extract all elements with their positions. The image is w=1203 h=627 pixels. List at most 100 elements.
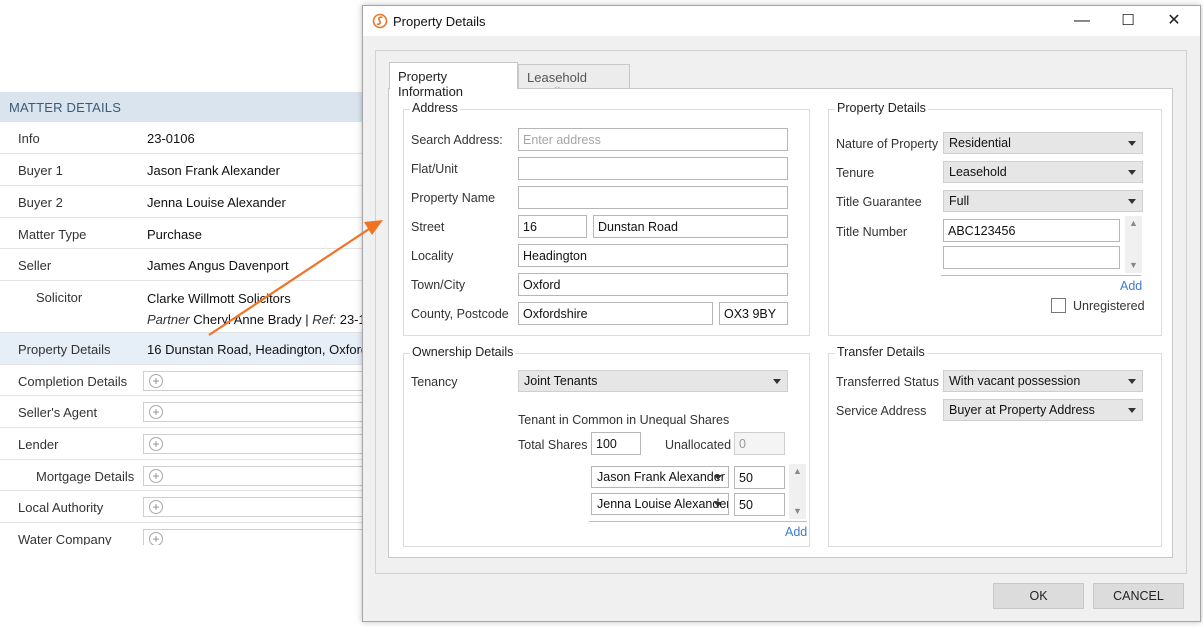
scroll-up-icon[interactable]: ▲: [1129, 218, 1138, 228]
flat-unit-input[interactable]: [518, 157, 788, 180]
row-label: Water Company: [18, 532, 112, 545]
property-details-dialog: Property Details — ☐ ✕ Property Informat…: [362, 5, 1201, 622]
matter-row-property-details[interactable]: Property Details 16 Dunstan Road, Headin…: [0, 333, 370, 365]
title-guarantee-dropdown[interactable]: Full: [943, 190, 1143, 212]
tenant-1-name: Jason Frank Alexander: [597, 470, 725, 484]
tenant-2-share-input[interactable]: 50: [734, 493, 785, 516]
flat-unit-label: Flat/Unit: [411, 162, 458, 176]
tab-property-information[interactable]: Property Information: [389, 62, 518, 99]
row-value: 23-0106: [147, 131, 195, 146]
add-field[interactable]: +: [143, 529, 370, 545]
add-field[interactable]: +: [143, 371, 383, 391]
tenants-divider: [589, 521, 807, 522]
matter-row-seller[interactable]: Seller James Angus Davenport: [0, 249, 370, 281]
total-shares-label: Total Shares: [518, 438, 588, 452]
matter-row-sellers-agent[interactable]: Seller's Agent +: [0, 396, 383, 428]
row-label: Seller: [18, 258, 52, 273]
matter-row-buyer-1[interactable]: Buyer 1 Jason Frank Alexander: [0, 154, 370, 186]
tenancy-dropdown[interactable]: Joint Tenants: [518, 370, 788, 392]
tab-leasehold-details[interactable]: Leasehold Details: [518, 64, 630, 100]
matter-row-mortgage-details[interactable]: Mortgage Details +: [0, 460, 383, 491]
row-label: Seller's Agent: [18, 405, 98, 420]
app-logo-icon: [372, 13, 388, 29]
row-label: Buyer 2: [18, 195, 63, 210]
matter-row-info[interactable]: Info 23-0106: [0, 122, 370, 154]
matter-row-local-authority[interactable]: Local Authority +: [0, 491, 383, 523]
row-value: Purchase: [147, 227, 202, 242]
transferred-status-value: With vacant possession: [949, 374, 1081, 388]
maximize-button[interactable]: ☐: [1105, 6, 1151, 36]
add-field[interactable]: +: [143, 402, 383, 422]
tenant-1-dropdown[interactable]: Jason Frank Alexander: [591, 466, 729, 488]
tenants-scrollbar[interactable]: ▲ ▼: [789, 464, 806, 519]
title-number-input-2[interactable]: [943, 246, 1120, 269]
county-input[interactable]: Oxfordshire: [518, 302, 713, 325]
property-details-group-title: Property Details: [835, 101, 928, 115]
chevron-down-icon: [773, 379, 781, 384]
add-field[interactable]: +: [143, 497, 383, 517]
matter-row-completion-details[interactable]: Completion Details +: [0, 365, 383, 396]
scroll-down-icon[interactable]: ▼: [1129, 260, 1138, 270]
tenant-2-name: Jenna Louise Alexander: [597, 497, 729, 511]
add-title-number-link[interactable]: Add: [1120, 279, 1142, 293]
search-address-input[interactable]: Enter address: [518, 128, 788, 151]
matter-row-buyer-2[interactable]: Buyer 2 Jenna Louise Alexander: [0, 186, 370, 218]
transferred-status-dropdown[interactable]: With vacant possession: [943, 370, 1143, 392]
title-number-input-1[interactable]: ABC123456: [943, 219, 1120, 242]
add-tenant-link[interactable]: Add: [785, 525, 807, 539]
chevron-down-icon: [1128, 199, 1136, 204]
add-circle-icon: +: [149, 532, 163, 545]
matter-row-matter-type[interactable]: Matter Type Purchase: [0, 218, 370, 249]
scroll-up-icon[interactable]: ▲: [793, 466, 802, 476]
postcode-input[interactable]: OX3 9BY: [719, 302, 788, 325]
matter-details-panel: MATTER DETAILS Info 23-0106 Buyer 1 Jaso…: [0, 0, 383, 627]
tenure-value: Leasehold: [949, 165, 1007, 179]
service-address-dropdown[interactable]: Buyer at Property Address: [943, 399, 1143, 421]
tenure-dropdown[interactable]: Leasehold: [943, 161, 1143, 183]
ok-button[interactable]: OK: [993, 583, 1084, 609]
add-circle-icon: +: [149, 374, 163, 388]
row-value: Jason Frank Alexander: [147, 163, 280, 178]
unregistered-label: Unregistered: [1073, 299, 1145, 313]
row-label: Property Details: [18, 342, 111, 357]
unregistered-checkbox[interactable]: [1051, 298, 1066, 313]
chevron-down-icon: [1128, 141, 1136, 146]
add-circle-icon: +: [149, 469, 163, 483]
row-label: Solicitor: [36, 290, 83, 305]
row-label: Completion Details: [18, 374, 128, 389]
tenant-2-dropdown[interactable]: Jenna Louise Alexander: [591, 493, 729, 515]
row-label: Matter Type: [18, 227, 87, 242]
title-guarantee-label: Title Guarantee: [836, 195, 922, 209]
service-address-label: Service Address: [836, 404, 927, 418]
town-city-input[interactable]: Oxford: [518, 273, 788, 296]
row-label: Buyer 1: [18, 163, 63, 178]
property-name-input[interactable]: [518, 186, 788, 209]
unequal-shares-label: Tenant in Common in Unequal Shares: [518, 413, 730, 427]
solicitor-person: Cheryl Anne Brady |: [193, 312, 313, 327]
tab-body-property-information: Address Search Address: Enter address Fl…: [388, 88, 1173, 558]
tenant-1-share-input[interactable]: 50: [734, 466, 785, 489]
matter-row-water-company[interactable]: Water Company +: [0, 523, 370, 545]
street-number-input[interactable]: 16: [518, 215, 587, 238]
scroll-down-icon[interactable]: ▼: [793, 506, 802, 516]
add-circle-icon: +: [149, 405, 163, 419]
total-shares-input[interactable]: 100: [591, 432, 641, 455]
property-name-label: Property Name: [411, 191, 496, 205]
title-number-scrollbar[interactable]: ▲ ▼: [1125, 216, 1142, 273]
matter-row-solicitor[interactable]: Solicitor Clarke Willmott Solicitors Par…: [0, 281, 370, 333]
add-circle-icon: +: [149, 437, 163, 451]
close-button[interactable]: ✕: [1151, 6, 1197, 36]
transfer-details-group: Transfer Details Transferred Status With…: [828, 345, 1162, 547]
locality-input[interactable]: Headington: [518, 244, 788, 267]
street-label: Street: [411, 220, 445, 234]
minimize-button[interactable]: —: [1059, 6, 1105, 36]
nature-of-property-dropdown[interactable]: Residential: [943, 132, 1143, 154]
street-name-input[interactable]: Dunstan Road: [593, 215, 788, 238]
add-field[interactable]: +: [143, 466, 383, 486]
cancel-button[interactable]: CANCEL: [1093, 583, 1184, 609]
chevron-down-icon: [1128, 408, 1136, 413]
matter-row-lender[interactable]: Lender +: [0, 428, 383, 460]
title-bar[interactable]: Property Details — ☐ ✕: [363, 6, 1200, 36]
add-field[interactable]: +: [143, 434, 383, 454]
chevron-down-icon: [714, 502, 722, 507]
